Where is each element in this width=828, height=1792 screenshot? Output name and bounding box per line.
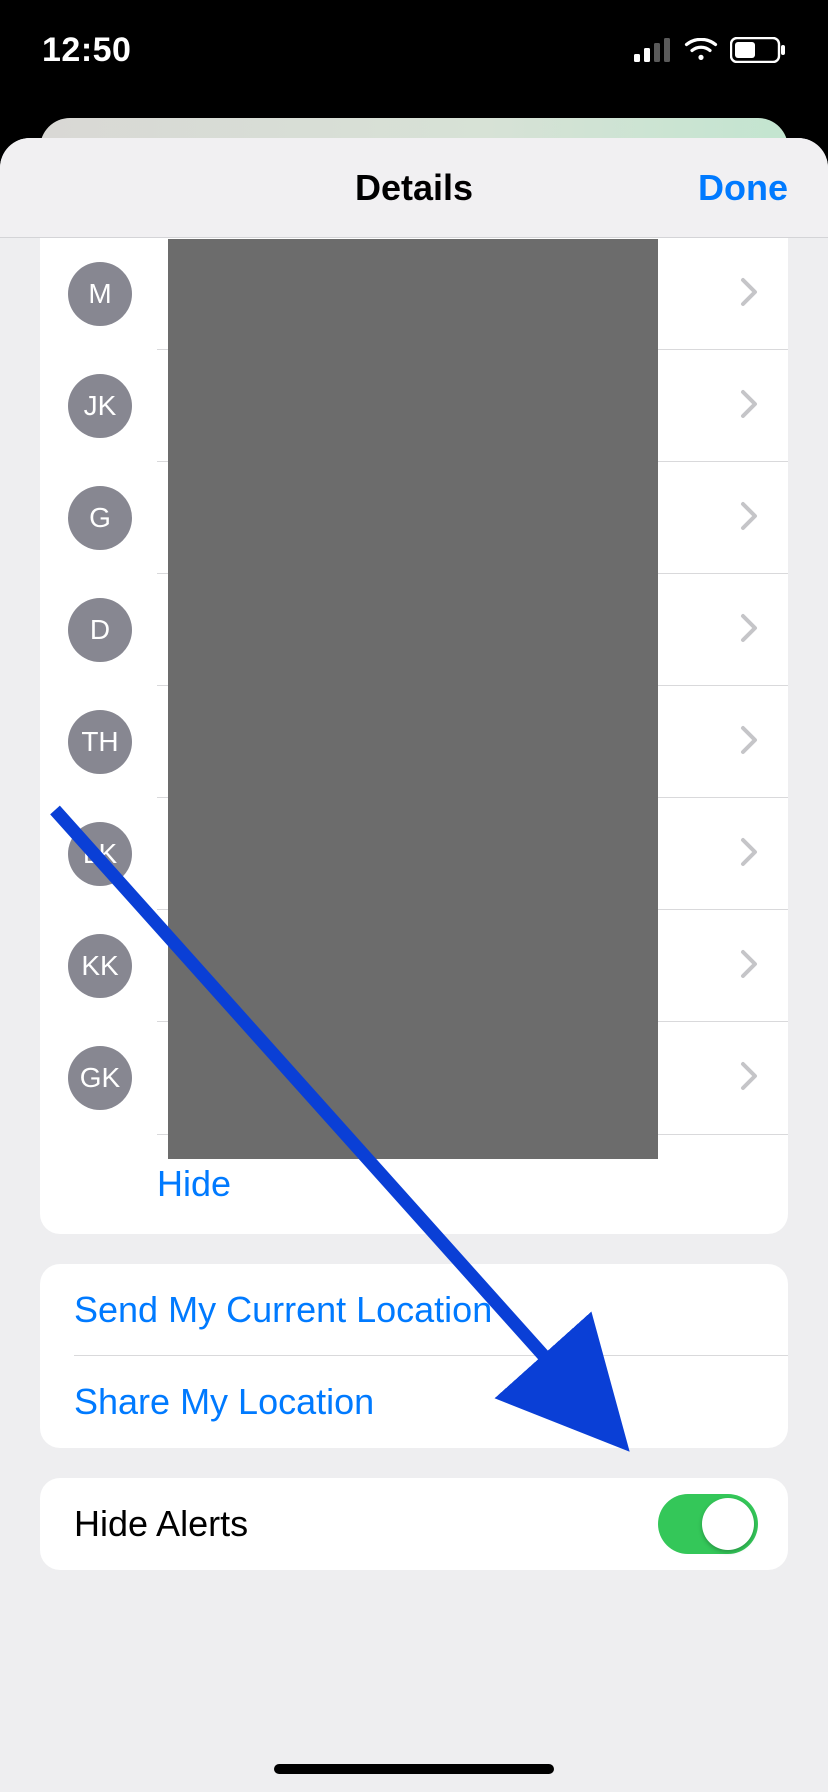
details-sheet: Details Done MJKGDTHLKKKGK Hide Send My … <box>0 138 828 1792</box>
cellular-icon <box>634 38 672 62</box>
wifi-icon <box>684 38 718 62</box>
status-bar: 12:50 <box>0 0 828 100</box>
clock: 12:50 <box>42 31 131 70</box>
battery-icon <box>730 37 786 63</box>
status-icons <box>634 37 786 63</box>
annotation-arrow <box>0 138 828 1792</box>
